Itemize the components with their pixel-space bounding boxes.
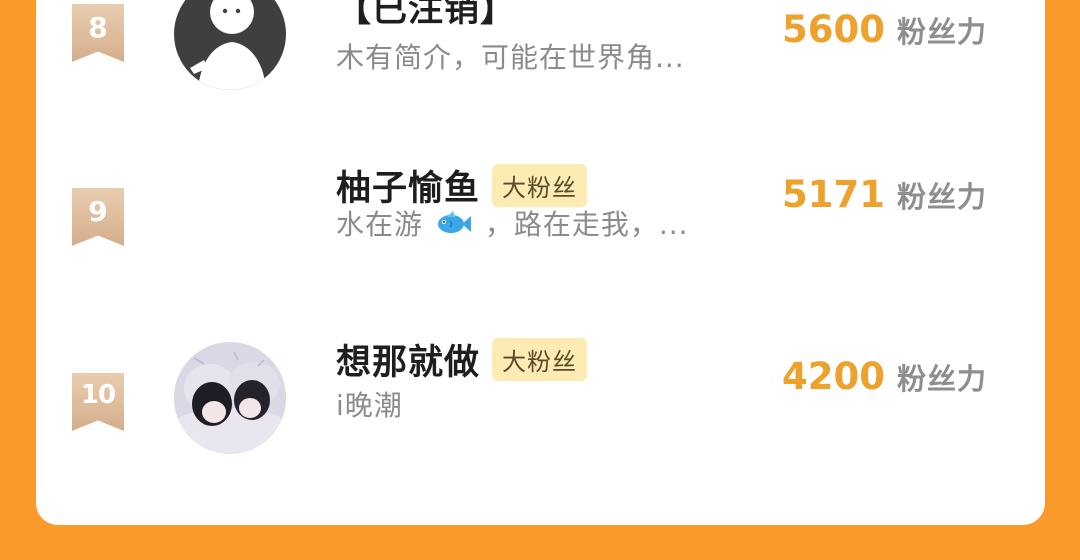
user-photo-image <box>174 342 286 454</box>
fan-badge: 大粉丝 <box>492 338 588 381</box>
score-value: 5171 <box>782 173 885 216</box>
default-avatar[interactable] <box>174 0 286 90</box>
fish-emoji-icon <box>435 209 473 244</box>
leaderboard-row-8[interactable]: 8 【已注销】 木有简介，可能在世界角... 5600 粉丝力 <box>36 0 1045 110</box>
user-bio: 木有简介，可能在世界角... <box>336 41 685 74</box>
score-value: 5600 <box>782 8 885 51</box>
rank-ribbon-9: 9 <box>72 188 124 246</box>
user-bio: 水在游 ，路在走我，... <box>336 203 689 244</box>
user-bio: i晚潮 <box>336 389 403 422</box>
user-name[interactable]: 想那就做 <box>336 334 480 385</box>
leaderboard-row-9[interactable]: 9 柚子愉鱼 大粉丝 水在游 ，路在走我，... 5171 粉丝力 <box>36 164 1045 295</box>
score-unit: 粉丝力 <box>896 180 987 214</box>
fan-power-score: 5600 粉丝力 <box>782 8 987 51</box>
rank-ribbon-10: 10 <box>72 373 124 431</box>
rank-ribbon-8: 8 <box>72 4 124 62</box>
score-unit: 粉丝力 <box>896 362 987 396</box>
user-name[interactable]: 【已注销】 <box>336 0 516 32</box>
rank-number: 9 <box>88 195 108 228</box>
rank-number: 10 <box>80 380 116 410</box>
leaderboard-row-10[interactable]: 10 想那就做 大粉丝 i晚潮 4200 粉丝力 <box>36 338 1045 470</box>
fan-power-score: 4200 粉丝力 <box>782 355 987 398</box>
fan-badge: 大粉丝 <box>492 164 588 207</box>
score-unit: 粉丝力 <box>896 15 987 49</box>
photo-avatar[interactable] <box>174 342 286 454</box>
default-avatar-icon <box>190 0 266 90</box>
score-value: 4200 <box>782 355 885 398</box>
bio-text-before: 水在游 <box>336 208 424 241</box>
bio-text-after: ，路在走我，... <box>484 208 689 241</box>
leaderboard-card: 8 【已注销】 木有简介，可能在世界角... 5600 粉丝力 9 柚子愉鱼 大… <box>36 0 1045 525</box>
rank-number: 8 <box>88 11 108 44</box>
fan-power-score: 5171 粉丝力 <box>782 173 987 216</box>
